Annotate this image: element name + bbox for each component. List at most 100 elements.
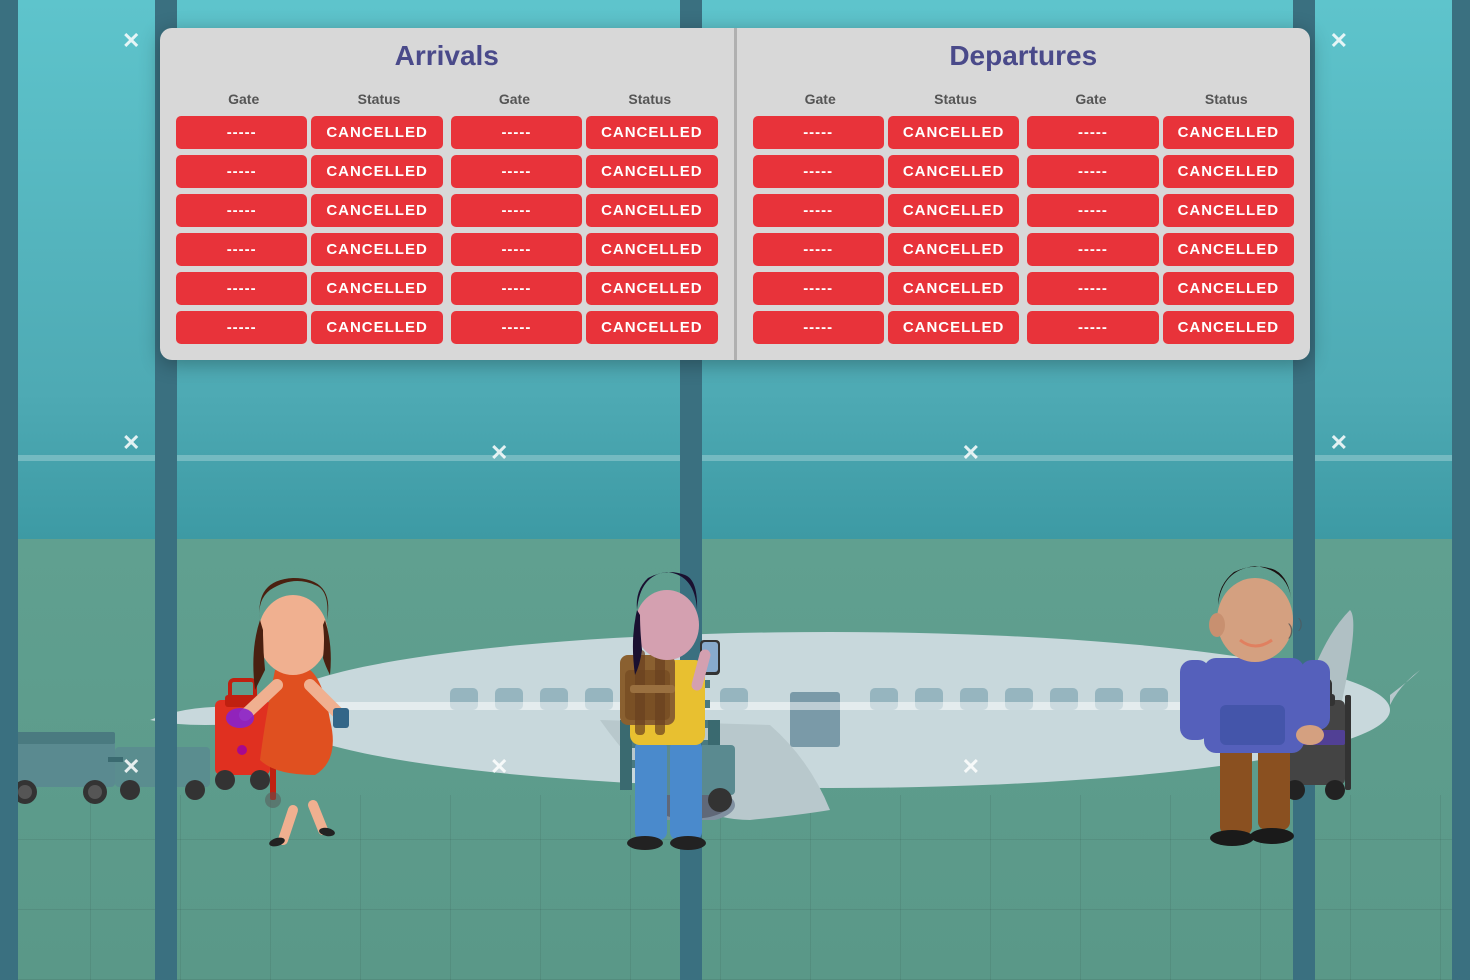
woman-character-2 (580, 530, 750, 850)
arrivals-gate-2-5: ----- (451, 272, 582, 305)
departures-row-2-6: ----- CANCELLED (1027, 311, 1294, 344)
departures-row-1-1: ----- CANCELLED (753, 116, 1020, 149)
departures-row-2-2: ----- CANCELLED (1027, 155, 1294, 188)
arrivals-status-header-2: Status (582, 88, 717, 110)
departures-gate-1-5: ----- (753, 272, 884, 305)
arrivals-col2: ----- CANCELLED ----- CANCELLED ----- CA… (451, 116, 718, 344)
arrivals-row-1-4: ----- CANCELLED (176, 233, 443, 266)
arrivals-row-1-2: ----- CANCELLED (176, 155, 443, 188)
arrivals-row-2-1: ----- CANCELLED (451, 116, 718, 149)
board-inner: Arrivals Gate Status Gate Status ----- C… (160, 28, 1310, 360)
arrivals-gate-1-4: ----- (176, 233, 307, 266)
departures-row-1-6: ----- CANCELLED (753, 311, 1020, 344)
flight-board: Arrivals Gate Status Gate Status ----- C… (160, 28, 1310, 360)
arrivals-gate-2-1: ----- (451, 116, 582, 149)
departures-col1: ----- CANCELLED ----- CANCELLED ----- CA… (753, 116, 1020, 344)
arrivals-row-1-6: ----- CANCELLED (176, 311, 443, 344)
airport-scene: ✕ ✕ ✕ ✕ ✕ ✕ ✕ ✕ ✕ ✕ ✕ ✕ (0, 0, 1470, 980)
cross-sign-5: ✕ (122, 430, 140, 456)
departures-status-2-1: CANCELLED (1163, 116, 1294, 149)
departures-gate-header-1: Gate (753, 88, 888, 110)
departures-status-1-5: CANCELLED (888, 272, 1019, 305)
woman-character (195, 520, 375, 850)
cross-sign-1: ✕ (122, 28, 140, 54)
departures-row-2-1: ----- CANCELLED (1027, 116, 1294, 149)
arrivals-gate-1-5: ----- (176, 272, 307, 305)
cross-sign-6: ✕ (490, 440, 508, 466)
glass-divider (0, 455, 1470, 461)
arrivals-status-2-2: CANCELLED (586, 155, 717, 188)
arrivals-status-2-5: CANCELLED (586, 272, 717, 305)
arrivals-gate-1-3: ----- (176, 194, 307, 227)
departures-row-1-3: ----- CANCELLED (753, 194, 1020, 227)
arrivals-status-1-4: CANCELLED (311, 233, 442, 266)
arrivals-status-1-6: CANCELLED (311, 311, 442, 344)
departures-status-2-4: CANCELLED (1163, 233, 1294, 266)
departures-gate-2-1: ----- (1027, 116, 1158, 149)
departures-gate-2-3: ----- (1027, 194, 1158, 227)
departures-status-header-2: Status (1159, 88, 1294, 110)
departures-gate-2-4: ----- (1027, 233, 1158, 266)
man-character: ) ) (1160, 520, 1360, 850)
cross-sign-7: ✕ (962, 440, 980, 466)
departures-status-1-6: CANCELLED (888, 311, 1019, 344)
arrivals-status-1-3: CANCELLED (311, 194, 442, 227)
departures-section: Departures Gate Status Gate Status -----… (737, 28, 1311, 360)
cross-sign-4: ✕ (1330, 28, 1348, 54)
departures-gate-1-3: ----- (753, 194, 884, 227)
arrivals-row-1-3: ----- CANCELLED (176, 194, 443, 227)
arrivals-row-1-1: ----- CANCELLED (176, 116, 443, 149)
departures-status-header-1: Status (888, 88, 1023, 110)
departures-status-2-3: CANCELLED (1163, 194, 1294, 227)
arrivals-gate-header-2: Gate (447, 88, 582, 110)
departures-gate-1-1: ----- (753, 116, 884, 149)
departures-gate-2-2: ----- (1027, 155, 1158, 188)
departures-status-1-4: CANCELLED (888, 233, 1019, 266)
departures-row-1-4: ----- CANCELLED (753, 233, 1020, 266)
departures-gate-header-2: Gate (1023, 88, 1158, 110)
arrivals-gate-1-6: ----- (176, 311, 307, 344)
cross-sign-8: ✕ (1330, 430, 1348, 456)
arrivals-status-1-1: CANCELLED (311, 116, 442, 149)
arrivals-gate-2-2: ----- (451, 155, 582, 188)
departures-status-1-3: CANCELLED (888, 194, 1019, 227)
arrivals-gate-2-6: ----- (451, 311, 582, 344)
departures-gate-1-2: ----- (753, 155, 884, 188)
arrivals-row-1-5: ----- CANCELLED (176, 272, 443, 305)
cross-sign-11: ✕ (490, 754, 508, 780)
departures-col2: ----- CANCELLED ----- CANCELLED ----- CA… (1027, 116, 1294, 344)
departures-status-1-1: CANCELLED (888, 116, 1019, 149)
departures-row-2-5: ----- CANCELLED (1027, 272, 1294, 305)
departures-row-1-2: ----- CANCELLED (753, 155, 1020, 188)
arrivals-gate-2-3: ----- (451, 194, 582, 227)
pillar-far-right (1452, 0, 1470, 980)
departures-status-2-2: CANCELLED (1163, 155, 1294, 188)
cross-sign-9: ✕ (122, 754, 140, 780)
departures-headers: Gate Status Gate Status (753, 88, 1295, 110)
svg-text:): ) (1298, 615, 1303, 631)
arrivals-row-2-6: ----- CANCELLED (451, 311, 718, 344)
arrivals-row-2-2: ----- CANCELLED (451, 155, 718, 188)
arrivals-status-2-3: CANCELLED (586, 194, 717, 227)
departures-columns-container: ----- CANCELLED ----- CANCELLED ----- CA… (753, 116, 1295, 344)
arrivals-status-1-5: CANCELLED (311, 272, 442, 305)
departures-gate-2-5: ----- (1027, 272, 1158, 305)
arrivals-status-2-4: CANCELLED (586, 233, 717, 266)
departures-gate-2-6: ----- (1027, 311, 1158, 344)
arrivals-title: Arrivals (176, 40, 718, 78)
arrivals-gate-header-1: Gate (176, 88, 311, 110)
arrivals-col1: ----- CANCELLED ----- CANCELLED ----- CA… (176, 116, 443, 344)
arrivals-gate-2-4: ----- (451, 233, 582, 266)
arrivals-section: Arrivals Gate Status Gate Status ----- C… (160, 28, 737, 360)
arrivals-columns-container: ----- CANCELLED ----- CANCELLED ----- CA… (176, 116, 718, 344)
arrivals-status-2-1: CANCELLED (586, 116, 717, 149)
departures-status-2-6: CANCELLED (1163, 311, 1294, 344)
arrivals-row-2-5: ----- CANCELLED (451, 272, 718, 305)
arrivals-headers: Gate Status Gate Status (176, 88, 718, 110)
arrivals-row-2-3: ----- CANCELLED (451, 194, 718, 227)
departures-status-1-2: CANCELLED (888, 155, 1019, 188)
departures-gate-1-4: ----- (753, 233, 884, 266)
departures-row-2-3: ----- CANCELLED (1027, 194, 1294, 227)
departures-status-2-5: CANCELLED (1163, 272, 1294, 305)
departures-gate-1-6: ----- (753, 311, 884, 344)
